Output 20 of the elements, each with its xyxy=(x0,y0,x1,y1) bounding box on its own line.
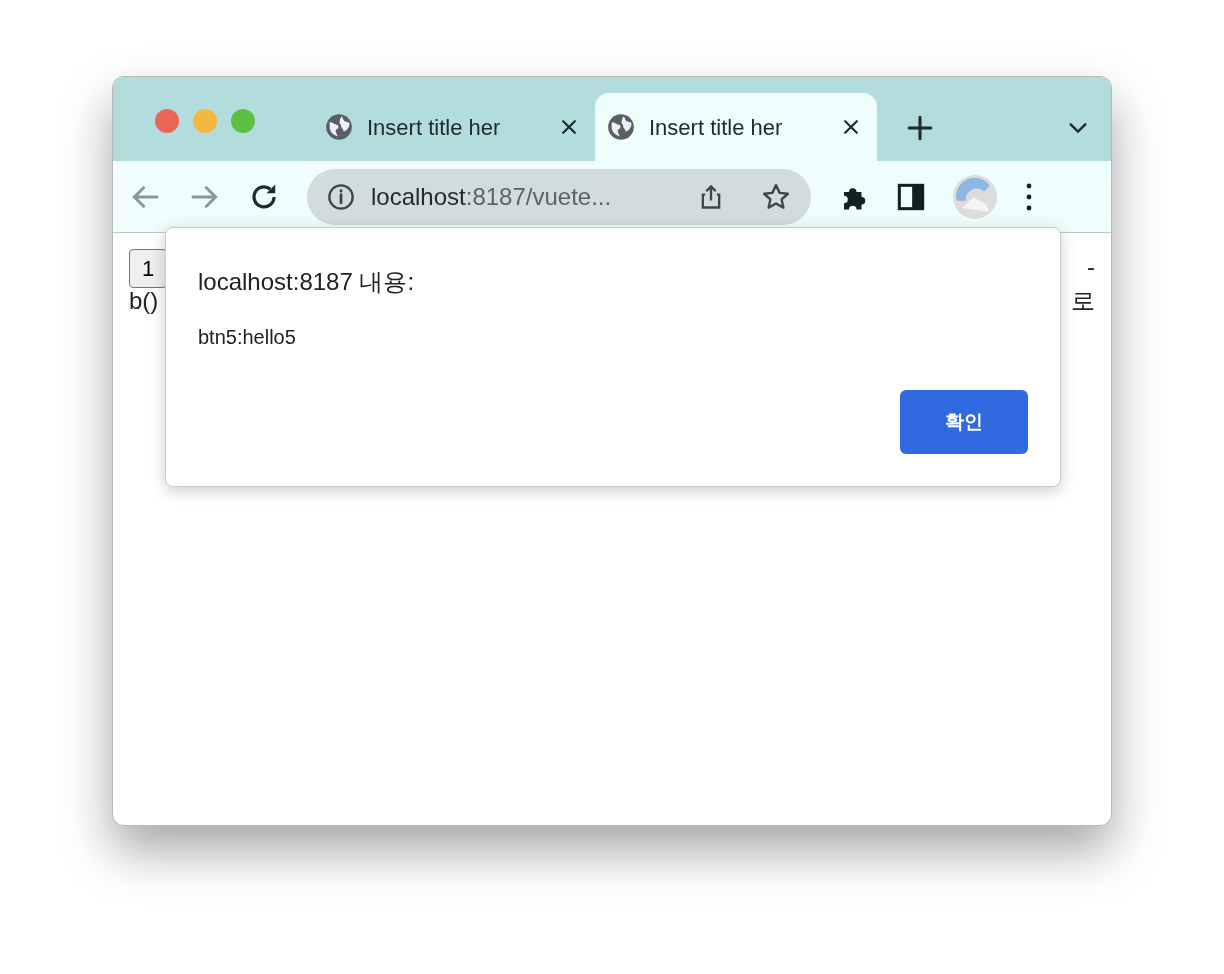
globe-icon xyxy=(607,113,635,141)
browser-tab[interactable]: Insert title her xyxy=(595,93,877,161)
star-icon[interactable] xyxy=(761,181,791,212)
ok-button[interactable]: 확인 xyxy=(900,390,1028,454)
side-panel-icon[interactable] xyxy=(897,182,925,211)
page-button[interactable]: 1 xyxy=(129,249,168,288)
info-icon xyxy=(327,182,355,211)
page-text: b() xyxy=(129,288,159,315)
globe-icon xyxy=(325,113,353,141)
browser-tab[interactable]: Insert title her xyxy=(313,93,595,161)
dialog-title: localhost:8187 내용: xyxy=(198,267,415,297)
page-text: 로 xyxy=(1071,288,1095,315)
close-icon[interactable] xyxy=(559,117,579,137)
address-bar[interactable]: localhost:8187/vuete... xyxy=(307,168,811,225)
url-text[interactable]: localhost:8187/vuete... xyxy=(371,178,681,215)
new-tab-icon[interactable] xyxy=(907,115,933,141)
close-icon[interactable] xyxy=(841,117,861,137)
more-menu-icon[interactable] xyxy=(1025,181,1033,212)
dialog-message: btn5:hello5 xyxy=(198,325,296,350)
page-text: - xyxy=(1087,252,1095,282)
